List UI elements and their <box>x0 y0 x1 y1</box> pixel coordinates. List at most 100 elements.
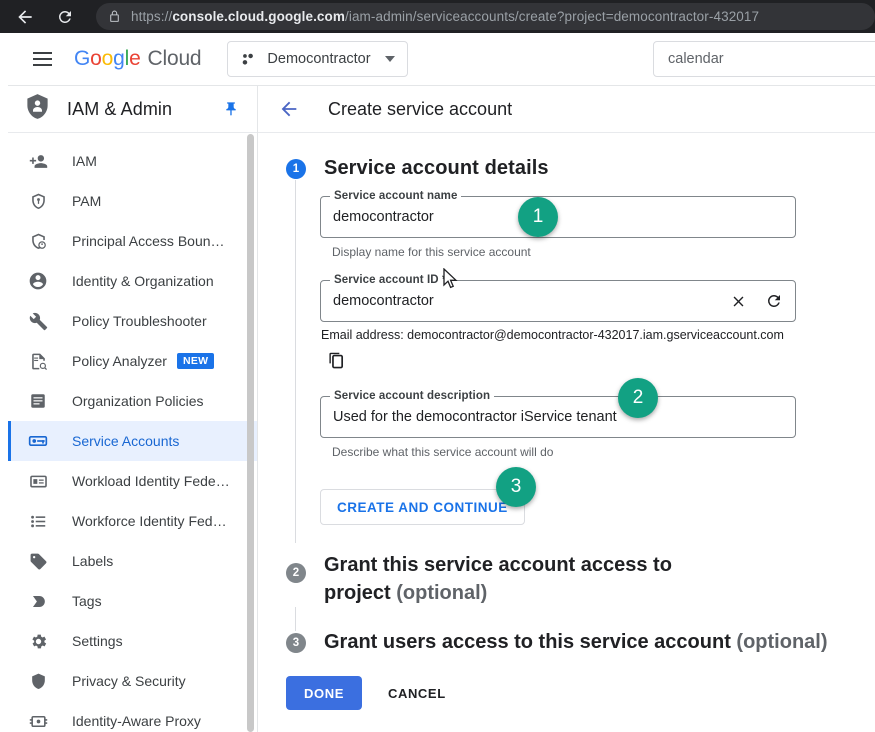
chevron-down-icon <box>384 56 395 62</box>
url-scheme: https:// <box>131 9 173 24</box>
sidebar-item-policy-analyzer[interactable]: Policy Analyzer NEW <box>8 341 257 381</box>
step-1-body: Service account name democontractor Disp… <box>295 180 875 543</box>
sidebar-item-label: Principal Access Boundary <box>72 233 232 249</box>
step-3-header: 3 Grant users access to this service acc… <box>258 631 875 654</box>
key-card-icon <box>26 429 50 453</box>
form-footer-actions: DONE CANCEL <box>258 676 875 710</box>
person-add-icon <box>26 149 50 173</box>
regenerate-service-account-id-button[interactable] <box>765 292 783 310</box>
search-input-value: calendar <box>668 51 724 67</box>
navigation-menu-button[interactable] <box>22 39 62 79</box>
copy-icon <box>329 352 344 369</box>
sidebar-item-pam[interactable]: PAM <box>8 181 257 221</box>
sidebar-item-label: Identity-Aware Proxy <box>72 713 201 729</box>
browser-reload-button[interactable] <box>48 3 82 31</box>
logo-letter-o1: o <box>90 47 102 70</box>
reload-icon <box>58 10 71 23</box>
project-picker-name: Democontractor <box>267 51 371 67</box>
service-account-email-note: Email address: democontractor@democontra… <box>321 328 784 342</box>
service-account-description-input[interactable]: Service account description Used for the… <box>320 390 796 438</box>
service-account-name-field[interactable]: Service account name democontractor Disp… <box>320 190 875 259</box>
sidebar-item-organization-policies[interactable]: Organization Policies <box>8 381 257 421</box>
browser-back-button[interactable] <box>8 3 42 31</box>
page-header: Create service account <box>258 86 875 133</box>
service-account-id-field[interactable]: Service account ID * democontractor Emai… <box>320 274 875 374</box>
arrow-left-icon <box>18 9 32 24</box>
service-account-id-input[interactable]: Service account ID * democontractor <box>320 274 796 322</box>
sidebar-scrollbar[interactable] <box>247 134 254 732</box>
service-account-name-label: Service account name <box>330 190 462 202</box>
step-3-optional: (optional) <box>736 631 828 653</box>
lock-icon <box>108 10 121 23</box>
sidebar-item-label: Privacy & Security <box>72 673 186 689</box>
page-title: Create service account <box>328 98 513 119</box>
arrow-left-icon <box>281 101 297 117</box>
step-2-heading-wrap[interactable]: Grant this service account access to pro… <box>324 551 744 607</box>
step-3-number: 3 <box>286 632 306 653</box>
sidebar-item-settings[interactable]: Settings <box>8 621 257 661</box>
service-account-name-input[interactable]: Service account name democontractor <box>320 190 796 238</box>
mouse-cursor <box>443 267 458 295</box>
sidebar-item-label: Tags <box>72 593 102 609</box>
step-2-heading: Grant this service account access to pro… <box>324 554 672 604</box>
service-account-name-value: democontractor <box>333 209 434 225</box>
shield-person-icon <box>26 229 50 253</box>
create-and-continue-button[interactable]: CREATE AND CONTINUE <box>320 489 525 525</box>
logo-letter-e: e <box>129 47 141 70</box>
google-cloud-header: Google Cloud Democontractor calendar <box>8 33 875 86</box>
refresh-icon <box>767 295 780 307</box>
close-x-icon <box>733 296 744 306</box>
step-1-heading: Service account details <box>324 157 549 179</box>
label-tag-icon <box>26 549 50 573</box>
sidebar-item-tags[interactable]: Tags <box>8 581 257 621</box>
annotation-badge-3: 3 <box>496 467 536 507</box>
service-account-description-field[interactable]: Service account description Used for the… <box>320 390 875 459</box>
sidebar-item-identity-aware-proxy[interactable]: Identity-Aware Proxy <box>8 701 257 732</box>
sidebar-item-identity-and-organization[interactable]: Identity & Organization <box>8 261 257 301</box>
bullet-list-icon <box>26 509 50 533</box>
logo-letter-g2: g <box>113 47 125 70</box>
iam-shield-person-icon <box>24 93 51 125</box>
service-account-description-hint: Describe what this service account will … <box>332 445 554 459</box>
left-sidebar: IAM & Admin IAM PAM Principal Access Bou… <box>8 86 258 732</box>
sidebar-item-workforce-identity-federation[interactable]: Workforce Identity Federa… <box>8 501 257 541</box>
step-2-header: 2 Grant this service account access to p… <box>258 551 875 607</box>
google-cloud-logo[interactable]: Google Cloud <box>74 47 202 71</box>
pin-button[interactable] <box>223 101 239 117</box>
sidebar-item-labels[interactable]: Labels <box>8 541 257 581</box>
copy-email-button[interactable] <box>328 352 345 369</box>
browser-address-bar[interactable]: https://console.cloud.google.com/iam-adm… <box>96 3 875 30</box>
logo-letter-g: G <box>74 47 91 70</box>
step-2-number: 2 <box>286 563 306 583</box>
sidebar-item-label: Identity & Organization <box>72 273 214 289</box>
sidebar-item-privacy-and-security[interactable]: Privacy & Security <box>8 661 257 701</box>
sidebar-item-label: Workload Identity Federat… <box>72 473 232 489</box>
sidebar-nav-list: IAM PAM Principal Access Boundary Identi… <box>8 133 257 732</box>
sidebar-item-service-accounts[interactable]: Service Accounts <box>8 421 257 461</box>
step-3-heading: Grant users access to this service accou… <box>324 631 731 653</box>
shield-icon <box>26 669 50 693</box>
sidebar-header: IAM & Admin <box>8 86 257 133</box>
cancel-button[interactable]: CANCEL <box>378 676 456 710</box>
service-account-id-value: democontractor <box>333 293 434 309</box>
done-button[interactable]: DONE <box>286 676 362 710</box>
pin-icon <box>226 102 236 116</box>
step-3-heading-wrap[interactable]: Grant users access to this service accou… <box>324 631 828 654</box>
sidebar-item-workload-identity-federation[interactable]: Workload Identity Federat… <box>8 461 257 501</box>
annotation-badge-2: 2 <box>618 378 658 418</box>
sidebar-item-label: Policy Analyzer <box>72 353 167 369</box>
browser-chrome: https://console.cloud.google.com/iam-adm… <box>0 0 875 33</box>
step-2-optional: (optional) <box>396 582 488 604</box>
sidebar-item-iam[interactable]: IAM <box>8 141 257 181</box>
page-back-button[interactable] <box>278 98 300 120</box>
address-bar-url: https://console.cloud.google.com/iam-adm… <box>131 9 759 24</box>
clear-service-account-id-button[interactable] <box>730 293 747 310</box>
sidebar-item-policy-troubleshooter[interactable]: Policy Troubleshooter <box>8 301 257 341</box>
search-input[interactable]: calendar <box>653 41 875 77</box>
sidebar-item-principal-access-boundary[interactable]: Principal Access Boundary <box>8 221 257 261</box>
gear-icon <box>26 629 50 653</box>
create-service-account-form: 1 Service account details Service accoun… <box>258 157 875 710</box>
service-account-description-value: Used for the democontractor iService ten… <box>333 409 617 425</box>
sidebar-item-label: IAM <box>72 153 97 169</box>
project-picker-button[interactable]: Democontractor <box>227 41 408 77</box>
